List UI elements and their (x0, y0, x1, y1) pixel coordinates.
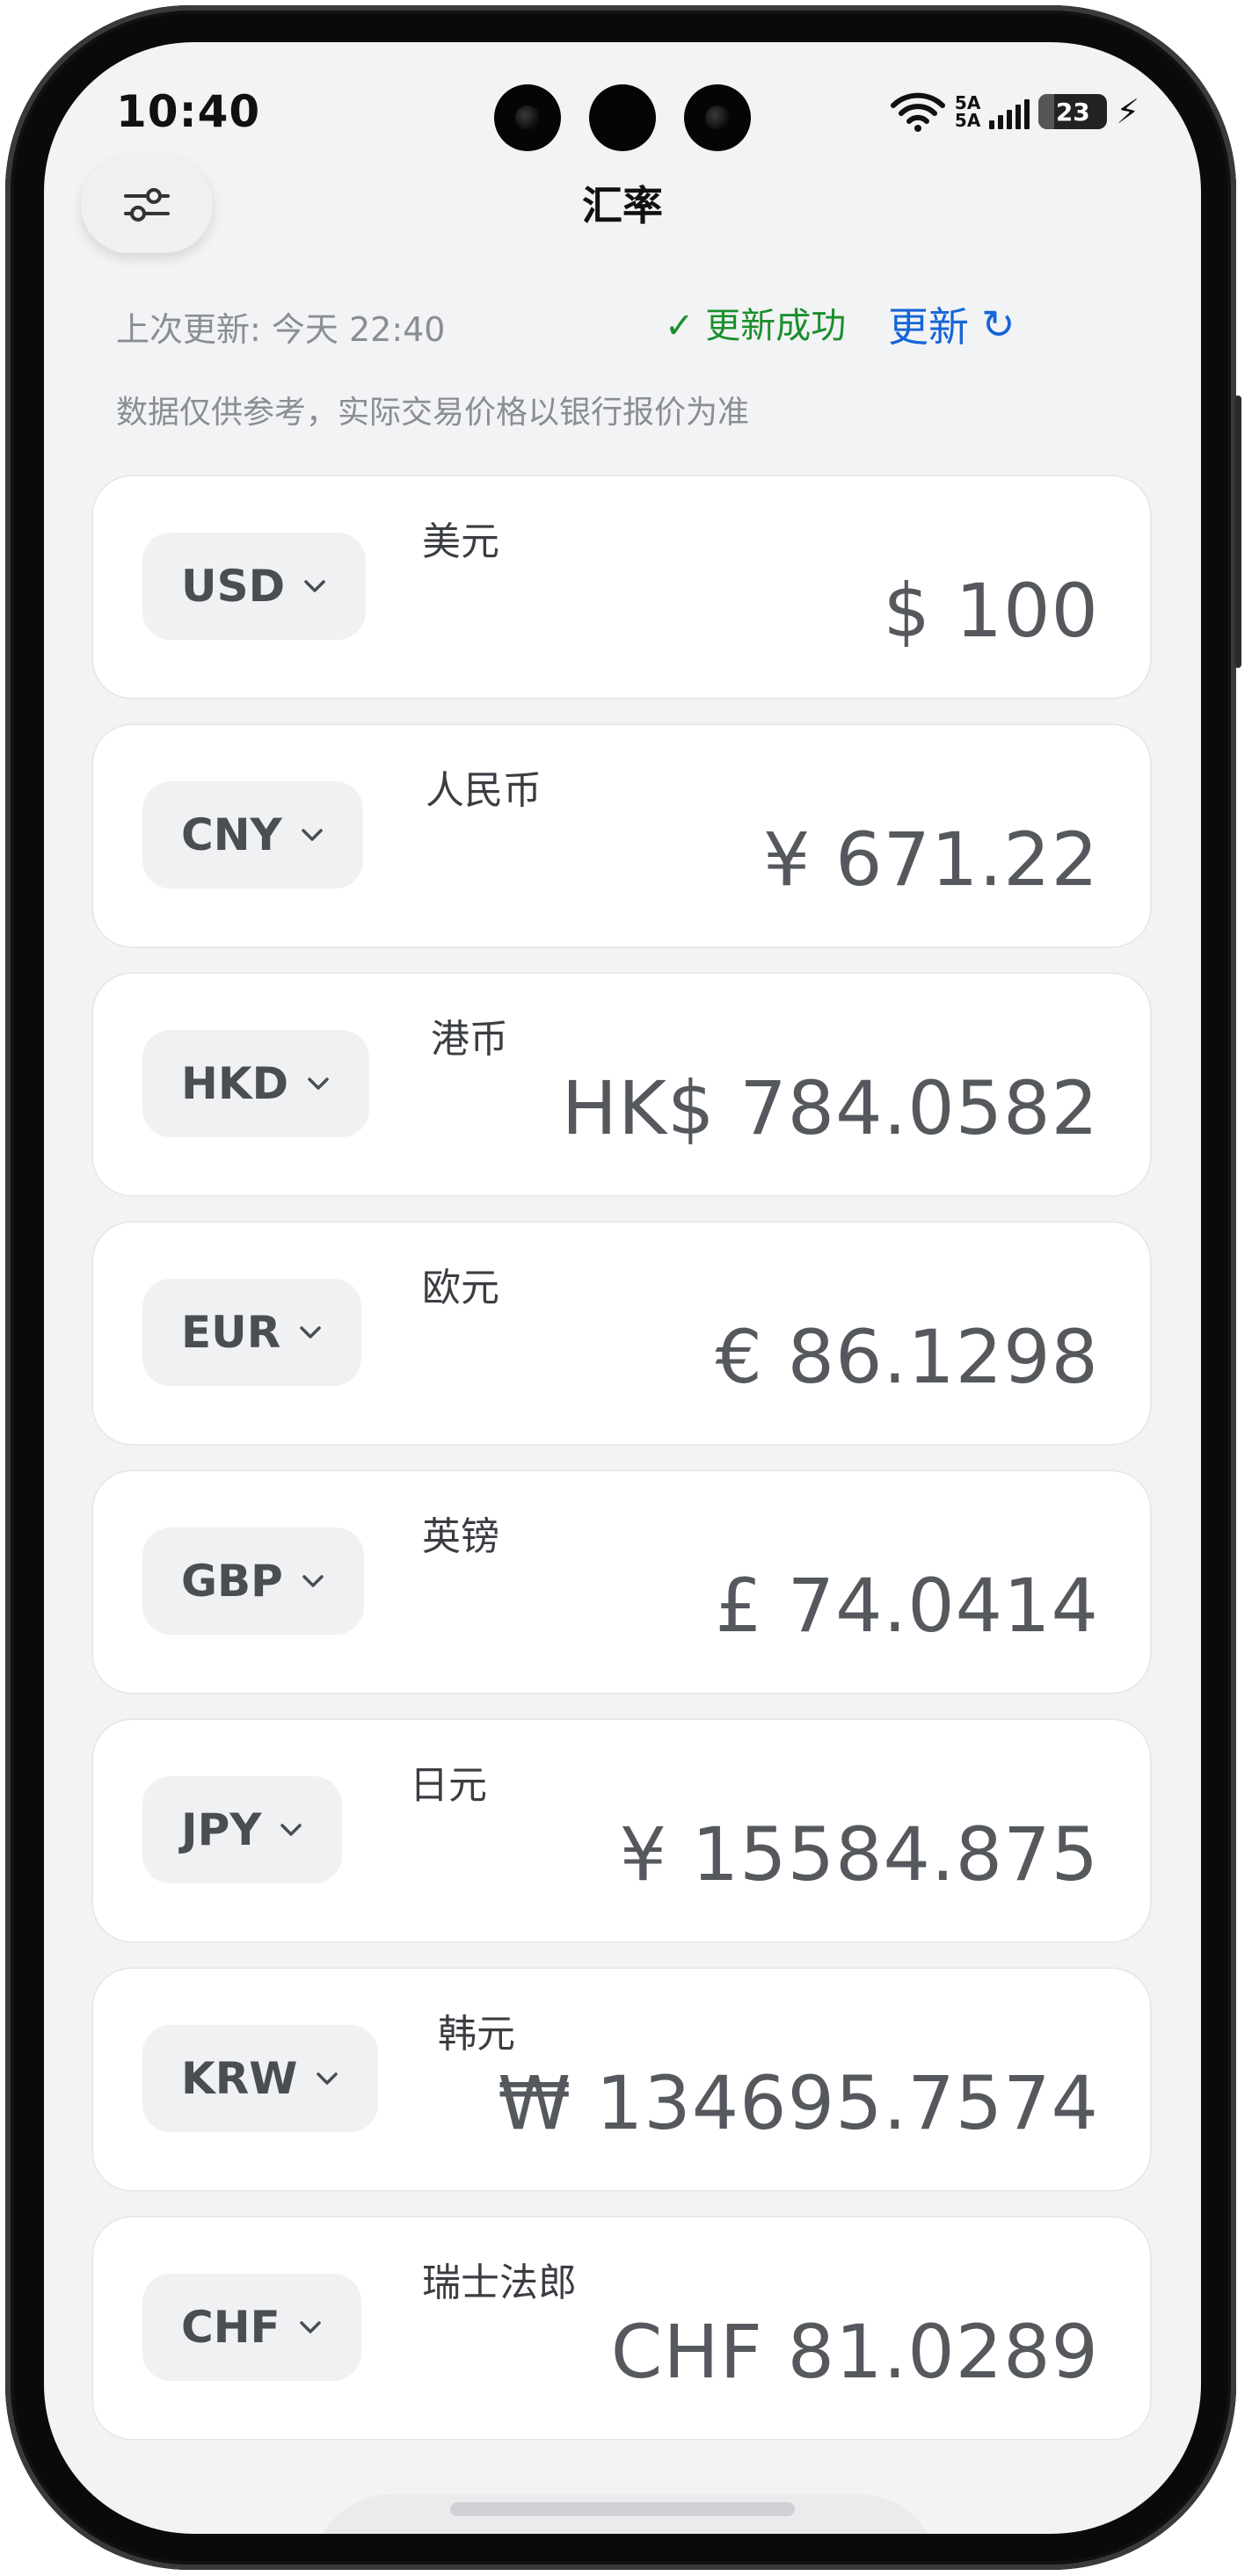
currency-name: 韩元 (438, 2012, 515, 2057)
page-title: 汇率 (582, 182, 663, 229)
currency-amount[interactable]: ¥ 15584.875 (620, 1811, 1099, 1898)
home-indicator[interactable] (450, 2502, 795, 2516)
side-button (1234, 395, 1241, 668)
front-camera-left (494, 84, 561, 151)
battery-icon: 23 (1038, 94, 1108, 129)
currency-code: EUR (181, 1307, 281, 1358)
currency-amount[interactable]: £ 74.0414 (715, 1563, 1099, 1649)
status-time: 10:40 (116, 86, 261, 137)
currency-name: 人民币 (426, 768, 542, 813)
currency-row-jpy[interactable]: JPY 日元 ¥ 15584.875 (93, 1720, 1150, 1941)
currency-code: CHF (181, 2302, 280, 2353)
battery-percent: 23 (1055, 97, 1090, 127)
currency-selector[interactable]: GBP (142, 1527, 364, 1635)
currency-name: 瑞士法郎 (422, 2260, 577, 2305)
currency-selector[interactable]: KRW (142, 2025, 379, 2132)
currency-code: HKD (181, 1058, 289, 1109)
chevron-down-icon (280, 1824, 302, 1836)
currency-selector[interactable]: EUR (142, 1279, 362, 1386)
app-screen: 10:40 5A 5A 23 ⚡ 汇率 上次更新: 今天 22:40 ✓ 更新成… (44, 42, 1201, 2534)
currency-amount[interactable]: ¥ 671.22 (763, 816, 1099, 903)
refresh-button[interactable]: 更新 ↻ (888, 295, 1015, 353)
charging-bolt-icon: ⚡ (1116, 92, 1139, 131)
currency-row-eur[interactable]: EUR 欧元 € 86.1298 (93, 1223, 1150, 1444)
currency-row-krw[interactable]: KRW 韩元 ₩ 134695.7574 (93, 1969, 1150, 2190)
currency-selector[interactable]: CNY (142, 781, 363, 889)
currency-name: 欧元 (422, 1266, 499, 1310)
status-icons: 5A 5A 23 ⚡ (890, 88, 1139, 135)
currency-row-gbp[interactable]: GBP 英镑 £ 74.0414 (93, 1471, 1150, 1693)
currency-name: 港币 (431, 1017, 508, 1062)
wifi-icon (890, 92, 945, 132)
chevron-down-icon (317, 2072, 338, 2085)
chevron-down-icon (302, 829, 323, 841)
front-camera-right (684, 84, 751, 151)
chevron-down-icon (304, 580, 325, 592)
network-type-top: 5A (954, 92, 981, 113)
currency-code: USD (181, 561, 286, 612)
refresh-label: 更新 (888, 303, 969, 351)
chevron-down-icon (308, 1078, 329, 1090)
currency-amount[interactable]: € 86.1298 (715, 1314, 1099, 1400)
chevron-down-icon (299, 2321, 321, 2333)
currency-row-cny[interactable]: CNY 人民币 ¥ 671.22 (93, 725, 1150, 947)
signal-bars-icon (989, 94, 1030, 129)
chevron-down-icon (302, 1575, 324, 1587)
currency-amount[interactable]: ₩ 134695.7574 (498, 2060, 1099, 2146)
currency-name: 日元 (410, 1763, 487, 1808)
currency-code: JPY (181, 1804, 262, 1855)
currency-code: GBP (181, 1556, 283, 1607)
currency-amount[interactable]: $ 100 (884, 568, 1099, 654)
currency-selector[interactable]: CHF (142, 2274, 361, 2381)
currency-amount[interactable]: HK$ 784.0582 (562, 1065, 1099, 1151)
update-status: ✓ 更新成功 (665, 306, 847, 346)
currency-amount[interactable]: CHF 81.0289 (611, 2309, 1099, 2395)
currency-row-hkd[interactable]: HKD 港币 HK$ 784.0582 (93, 974, 1150, 1195)
currency-selector[interactable]: HKD (142, 1030, 370, 1137)
currency-name: 英镑 (422, 1514, 499, 1559)
currency-code: KRW (181, 2053, 298, 2104)
currency-row-usd[interactable]: USD 美元 $ 100 (93, 476, 1150, 698)
network-type: 5A 5A (955, 94, 980, 129)
chevron-down-icon (300, 1326, 322, 1339)
disclaimer-text: 数据仅供参考，实际交易价格以银行报价为准 (116, 395, 750, 431)
battery-level-fill (1038, 94, 1055, 129)
currency-code: CNY (181, 809, 282, 860)
currency-row-chf[interactable]: CHF 瑞士法郎 CHF 81.0289 (93, 2217, 1150, 2439)
currency-name: 美元 (422, 519, 499, 564)
network-type-bottom: 5A (954, 110, 981, 131)
front-camera-center (589, 84, 656, 151)
currency-selector[interactable]: USD (142, 533, 367, 640)
phone-frame: 10:40 5A 5A 23 ⚡ 汇率 上次更新: 今天 22:40 ✓ 更新成… (0, 0, 1252, 2576)
refresh-icon: ↻ (981, 301, 1015, 348)
currency-selector[interactable]: JPY (142, 1776, 343, 1883)
last-update-time: 上次更新: 今天 22:40 (116, 310, 446, 349)
